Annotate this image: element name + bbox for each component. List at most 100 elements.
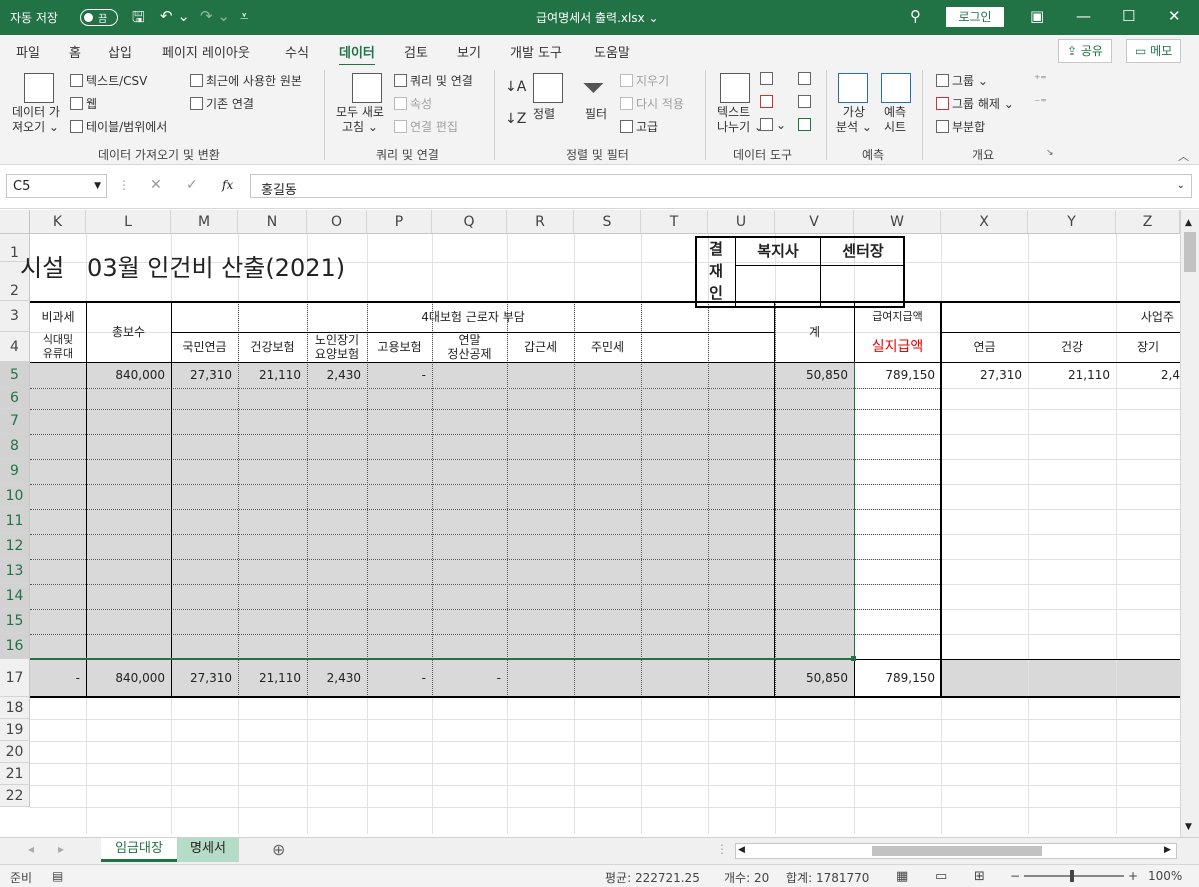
cell-net-pay[interactable]: 789,150 [854, 362, 941, 388]
zoom-in-icon[interactable]: + [1128, 869, 1138, 883]
recent-sources-button[interactable]: 최근에 사용한 원본 [190, 72, 302, 89]
column-header[interactable]: N [238, 210, 307, 234]
queries-connections-button[interactable]: 쿼리 및 연결 [394, 72, 473, 89]
tab-file[interactable]: 파일 [16, 42, 40, 61]
row-header[interactable]: 3 [0, 301, 30, 332]
forecast-sheet-button[interactable]: 예측 시트 [884, 105, 906, 135]
autosave-toggle[interactable]: 끔 [80, 9, 118, 26]
cell-employer-ltc[interactable]: 2,4 [1116, 362, 1180, 388]
reapply-button[interactable]: 다시 적용 [620, 95, 684, 112]
row-header[interactable]: 17 [0, 659, 30, 697]
clear-button[interactable]: 지우기 [620, 72, 669, 89]
vertical-scrollbar[interactable]: ▲ ▼ [1180, 210, 1199, 837]
text-to-columns-button[interactable]: 텍스트 나누기 ⌄ [717, 105, 764, 135]
total-net-pay[interactable]: 789,150 [854, 659, 941, 697]
filter-button[interactable]: 필터 [585, 105, 607, 122]
what-if-button[interactable]: 가상 분석 ⌄ [836, 105, 872, 135]
cell-employment[interactable]: - [367, 362, 432, 388]
total-pension[interactable]: 27,310 [171, 659, 238, 697]
normal-view-icon[interactable]: ▦ [896, 869, 908, 884]
ribbon-display-icon[interactable]: ▣ [1030, 7, 1044, 25]
share-button[interactable]: ⇪ 공유 [1058, 39, 1112, 63]
column-header[interactable]: U [708, 210, 775, 234]
sort-ascending-icon[interactable]: ↓A [505, 79, 526, 95]
consolidate-icon[interactable] [798, 72, 814, 86]
macro-record-icon[interactable]: ▤ [52, 869, 63, 883]
sheet-tab-wage-ledger[interactable]: 임금대장 [101, 838, 177, 862]
get-data-icon[interactable] [24, 73, 54, 103]
total-employment[interactable]: - [367, 659, 432, 697]
tab-help[interactable]: 도움말 [594, 42, 630, 61]
column-header[interactable]: Z [1116, 210, 1180, 234]
horizontal-scrollbar[interactable]: ◀ ▶ [735, 843, 1177, 859]
sheet-tab-statement[interactable]: 명세서 [177, 838, 239, 862]
tab-review[interactable]: 검토 [404, 42, 428, 61]
tab-home[interactable]: 홈 [69, 42, 81, 61]
column-header[interactable]: V [775, 210, 854, 234]
comments-button[interactable]: ▭ 메모 [1126, 39, 1182, 63]
cell-sum[interactable]: 50,850 [775, 362, 854, 388]
sort-icon[interactable] [533, 73, 563, 103]
flash-fill-icon[interactable] [760, 72, 776, 86]
sort-descending-icon[interactable]: ↓Z [505, 111, 526, 127]
prev-sheet-icon[interactable]: ◂ [28, 842, 34, 856]
refresh-all-button[interactable]: 모두 새로 고침 ⌄ [336, 105, 384, 135]
redo-icon[interactable]: ↷ ⌄ [200, 7, 230, 25]
row-header[interactable]: 10 [0, 484, 30, 509]
cell-health[interactable]: 21,110 [238, 362, 307, 388]
subtotal-button[interactable]: 부분합 [936, 118, 985, 135]
row-header[interactable]: 15 [0, 609, 30, 634]
row-header[interactable]: 14 [0, 584, 30, 609]
zoom-slider[interactable] [1024, 875, 1124, 877]
maximize-icon[interactable]: ☐ [1122, 7, 1135, 25]
get-data-button[interactable]: 데이터 가 져오기 ⌄ [12, 105, 60, 135]
tab-view[interactable]: 보기 [457, 42, 481, 61]
table-range-button[interactable]: 테이블/범위에서 [70, 118, 167, 135]
column-header[interactable]: P [367, 210, 432, 234]
minimize-icon[interactable]: — [1076, 7, 1091, 25]
column-header[interactable]: M [171, 210, 238, 234]
page-layout-icon[interactable]: ▭ [935, 869, 947, 884]
column-header[interactable]: L [86, 210, 171, 234]
what-if-icon[interactable] [838, 73, 868, 103]
select-all-corner[interactable] [0, 210, 30, 234]
remove-duplicates-icon[interactable] [760, 95, 776, 109]
web-button[interactable]: 웹 [70, 95, 97, 112]
group-button[interactable]: 그룹 ⌄ [936, 72, 988, 89]
hide-detail-icon[interactable]: ⁻⁼ [1034, 95, 1047, 109]
row-header[interactable]: 11 [0, 509, 30, 534]
text-csv-button[interactable]: 텍스트/CSV [70, 72, 147, 89]
close-icon[interactable]: ✕ [1168, 7, 1181, 25]
refresh-all-icon[interactable] [352, 73, 382, 103]
login-button[interactable]: 로그인 [946, 7, 1004, 27]
row-header[interactable]: 8 [0, 434, 30, 459]
row-header[interactable]: 13 [0, 559, 30, 584]
ungroup-button[interactable]: 그룹 해제 ⌄ [936, 95, 1014, 112]
page-break-icon[interactable]: ⊞ [974, 869, 985, 884]
row-header[interactable]: 16 [0, 634, 30, 659]
total-health[interactable]: 21,110 [238, 659, 307, 697]
zoom-slider-thumb[interactable] [1070, 870, 1074, 882]
edit-links-button[interactable]: 연결 편집 [394, 118, 458, 135]
column-header[interactable]: Y [1028, 210, 1116, 234]
cell-total-pay[interactable]: 840,000 [86, 362, 171, 388]
existing-connections-button[interactable]: 기존 연결 [190, 95, 254, 112]
cell-ltc[interactable]: 2,430 [307, 362, 367, 388]
row-header[interactable]: 19 [0, 719, 30, 741]
formula-input[interactable]: 홍길동 ⌄ [250, 174, 1192, 198]
row-header[interactable]: 18 [0, 697, 30, 719]
collapse-ribbon-icon[interactable]: ︿ [1178, 148, 1189, 164]
row-header[interactable]: 7 [0, 409, 30, 434]
column-header[interactable]: T [641, 210, 708, 234]
row-header[interactable]: 6 [0, 388, 30, 409]
row-header[interactable]: 12 [0, 534, 30, 559]
tab-data[interactable]: 데이터 [339, 42, 375, 67]
row-header[interactable]: 9 [0, 459, 30, 484]
zoom-level[interactable]: 100% [1148, 869, 1182, 883]
tab-formulas[interactable]: 수식 [285, 42, 309, 61]
tab-page-layout[interactable]: 페이지 레이아웃 [162, 42, 250, 61]
row-header[interactable]: 21 [0, 763, 30, 785]
cell-pension[interactable]: 27,310 [171, 362, 238, 388]
zoom-out-icon[interactable]: − [1010, 869, 1020, 883]
data-validation-icon[interactable]: ⌄ [760, 118, 786, 132]
